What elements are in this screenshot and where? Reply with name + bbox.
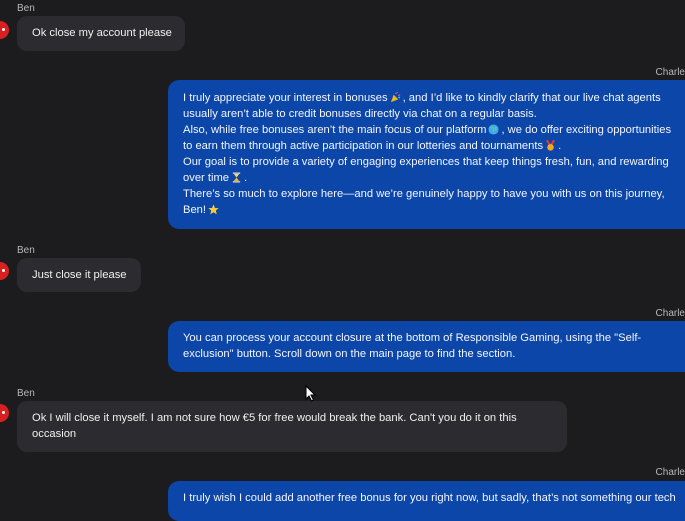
message-text: . — [244, 172, 248, 184]
message-text: Just close it please — [32, 269, 127, 281]
party-popper-icon — [390, 92, 400, 103]
message-text: usually aren’t able to credit bonuses di… — [183, 108, 537, 120]
message-bubble: Just close it please — [17, 258, 141, 292]
medal-icon — [546, 140, 556, 151]
message-text: There’s so much to explore here—and we’r… — [183, 188, 665, 200]
user-avatar-icon — [0, 21, 9, 39]
chat-transcript: Ben Ok close my account please Charle I … — [0, 0, 685, 521]
hourglass-icon — [232, 172, 241, 183]
message-text: , and I’d like to kindly clarify that ou… — [402, 92, 661, 104]
sender-name: Ben — [17, 3, 35, 14]
message-bubble: Ok I will close it myself. I am not sure… — [17, 401, 567, 452]
message-text: Also, while free bonuses aren’t the main… — [183, 124, 487, 136]
message-text: , we do offer exciting opportunities — [501, 124, 672, 136]
message-bubble: You can process your account closure at … — [168, 321, 685, 372]
sender-name: Ben — [17, 245, 35, 256]
message-bubble: Ok close my account please — [17, 16, 185, 51]
sender-name: Charle — [655, 467, 685, 478]
message-text: Ok I will close it myself. I am not sure… — [32, 412, 517, 424]
user-avatar-icon — [0, 262, 9, 280]
message-text: over time — [183, 172, 230, 184]
message-text: I truly wish I could add another free bo… — [183, 492, 676, 504]
user-avatar-icon — [0, 404, 9, 422]
message-text: I truly appreciate your interest in bonu… — [183, 92, 388, 104]
message-text: to earn them through active participatio… — [183, 140, 544, 152]
sender-name: Charle — [655, 67, 685, 78]
message-text: . — [558, 140, 562, 152]
message-text: Ok close my account please — [32, 27, 172, 39]
message-bubble: I truly wish I could add another free bo… — [168, 481, 685, 521]
message-bubble: I truly appreciate your interest in bonu… — [168, 80, 685, 229]
message-text: exclusion" button. Scroll down on the ma… — [183, 348, 516, 360]
globe-icon — [488, 124, 500, 135]
message-text: Ben! — [183, 204, 207, 216]
sender-name: Ben — [17, 388, 35, 399]
message-text: Our goal is to provide a variety of enga… — [183, 156, 669, 168]
mouse-cursor-icon — [305, 385, 317, 402]
message-text: You can process your account closure at … — [183, 332, 642, 344]
star-icon — [208, 204, 219, 215]
message-text: occasion — [32, 428, 77, 440]
sender-name: Charle — [655, 308, 685, 319]
